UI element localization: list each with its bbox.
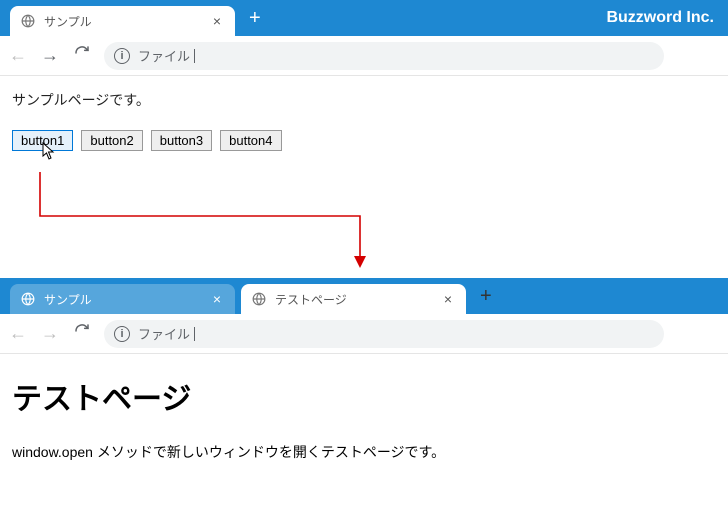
tab-title: サンプル: [44, 13, 209, 30]
brand-label: Buzzword Inc.: [606, 0, 714, 36]
address-text: ファイル: [138, 46, 190, 65]
browser-window-2: サンプル × テストページ × + ← → i ファイル テストページ wind…: [0, 278, 728, 482]
toolbar: ← → i ファイル: [0, 36, 728, 76]
back-button[interactable]: ←: [8, 323, 28, 344]
tab-sample[interactable]: サンプル ×: [10, 6, 235, 36]
tab-title: サンプル: [44, 291, 209, 308]
tab-bar: サンプル × テストページ × +: [0, 278, 728, 314]
globe-icon: [20, 13, 36, 29]
new-tab-button[interactable]: +: [480, 285, 492, 308]
info-icon: i: [114, 326, 130, 342]
tab-sample[interactable]: サンプル ×: [10, 284, 235, 314]
info-icon: i: [114, 48, 130, 64]
page-text: サンプルページです。: [12, 90, 716, 110]
tab-close-icon[interactable]: ×: [440, 291, 456, 307]
button-1[interactable]: button1: [12, 130, 73, 151]
tab-close-icon[interactable]: ×: [209, 291, 225, 307]
page-text: window.open メソッドで新しいウィンドウを開くテストページです。: [12, 442, 716, 462]
forward-button[interactable]: →: [40, 45, 60, 66]
page-content: サンプルページです。 button1 button2 button3 butto…: [0, 76, 728, 226]
tab-close-icon[interactable]: ×: [209, 13, 225, 29]
reload-button[interactable]: [72, 323, 92, 344]
address-bar[interactable]: i ファイル: [104, 320, 664, 348]
toolbar: ← → i ファイル: [0, 314, 728, 354]
text-cursor: [194, 49, 195, 63]
button-4[interactable]: button4: [220, 130, 281, 151]
new-tab-button[interactable]: +: [249, 7, 261, 30]
globe-icon: [20, 291, 36, 307]
tab-bar: サンプル × + Buzzword Inc.: [0, 0, 728, 36]
tab-testpage[interactable]: テストページ ×: [241, 284, 466, 314]
globe-icon: [251, 291, 267, 307]
address-bar[interactable]: i ファイル: [104, 42, 664, 70]
page-heading: テストページ: [12, 374, 716, 418]
button-row: button1 button2 button3 button4: [12, 130, 716, 151]
page-content: テストページ window.open メソッドで新しいウィンドウを開くテストペー…: [0, 354, 728, 482]
forward-button[interactable]: →: [40, 323, 60, 344]
back-button[interactable]: ←: [8, 45, 28, 66]
button-2[interactable]: button2: [81, 130, 142, 151]
button-3[interactable]: button3: [151, 130, 212, 151]
reload-button[interactable]: [72, 45, 92, 66]
address-text: ファイル: [138, 324, 190, 343]
text-cursor: [194, 327, 195, 341]
browser-window-1: サンプル × + Buzzword Inc. ← → i ファイル サンプルペー…: [0, 0, 728, 226]
tab-title: テストページ: [275, 291, 440, 308]
